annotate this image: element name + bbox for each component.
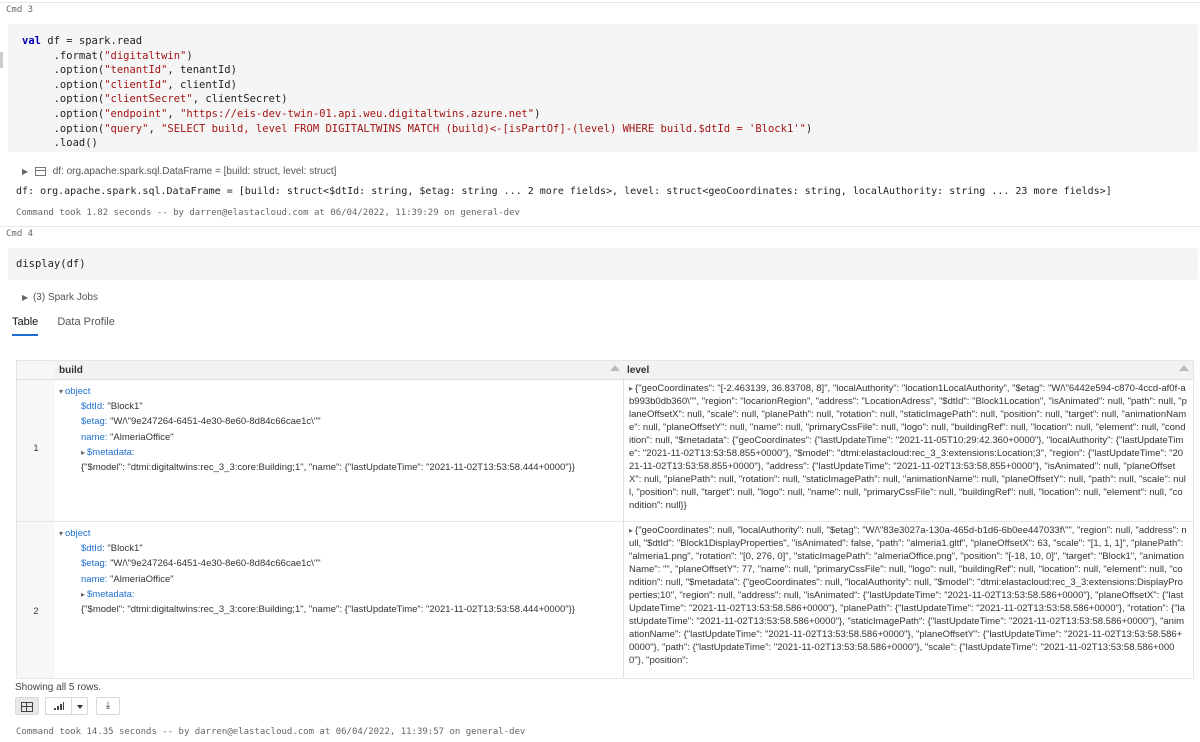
row-count-text: Showing all 5 rows. — [15, 682, 102, 693]
cell-divider — [0, 226, 1200, 227]
column-header-level[interactable]: level — [627, 365, 649, 376]
spark-jobs-label: (3) Spark Jobs — [32, 292, 98, 303]
cmd4-footer: Command took 14.35 seconds -- by darren@… — [16, 727, 526, 737]
expand-caret-icon[interactable]: ▸ — [629, 524, 633, 537]
df-summary-text: df: org.apache.spark.sql.DataFrame = [bu… — [52, 166, 337, 177]
code-line-4: .option("clientId", clientId) — [22, 78, 237, 91]
code-editor[interactable]: val df = spark.read .format("digitaltwin… — [8, 24, 1198, 152]
table-view-button[interactable] — [15, 697, 39, 715]
metadata-toggle[interactable]: $metadata: — [87, 447, 135, 458]
cmd3-label: Cmd 3 — [6, 5, 34, 15]
table-row: 1 ▾ object $dtId: "Block1" $etag: "W/\"9e… — [17, 380, 1193, 522]
code-line-3: .option("tenantId", tenantId) — [22, 64, 237, 77]
build-cell: ▾ object $dtId: "Block1" $etag: "W/\"9e24… — [59, 384, 575, 475]
tab-table[interactable]: Table — [12, 316, 39, 336]
code-line-8: .load() — [22, 137, 98, 150]
column-header-build[interactable]: build — [59, 365, 83, 376]
code-line-1: val df = spark.read — [22, 35, 143, 47]
metadata-toggle[interactable]: $metadata: — [87, 589, 135, 600]
expand-caret-icon[interactable]: ▸ — [81, 587, 85, 602]
tab-data-profile[interactable]: Data Profile — [57, 316, 114, 334]
expand-caret-icon[interactable]: ▶ — [22, 293, 28, 302]
row-number: 1 — [17, 380, 55, 521]
code-line-7: .option("query", "SELECT build, level FR… — [22, 122, 813, 135]
results-table: build level 1 ▾ object $dtId: "Block1" $e… — [16, 360, 1194, 679]
code-line-2: .format("digitaltwin") — [22, 49, 193, 62]
code-line-6: .option("endpoint", "https://eis-dev-twi… — [22, 107, 541, 120]
code-line-display: display(df) — [16, 258, 86, 270]
download-icon: ⤓ — [105, 700, 111, 711]
row-number: 2 — [17, 522, 55, 678]
chart-view-button[interactable] — [45, 697, 71, 715]
cmd3-footer: Command took 1.82 seconds -- by darren@e… — [16, 208, 520, 218]
object-toggle[interactable]: object — [65, 528, 90, 539]
collapse-caret-icon[interactable]: ▾ — [59, 384, 63, 399]
chevron-down-icon — [76, 705, 83, 709]
df-schema-output: df: org.apache.spark.sql.DataFrame = [bu… — [16, 186, 1112, 197]
code-line-5: .option("clientSecret", clientSecret) — [22, 93, 288, 106]
column-separator — [623, 380, 624, 521]
cell-drag-handle[interactable] — [0, 52, 3, 68]
spark-jobs-toggle[interactable]: ▶ (3) Spark Jobs — [22, 292, 98, 303]
download-button[interactable]: ⤓ — [96, 697, 120, 715]
level-json: {"geoCoordinates": "[-2.463139, 36.83708… — [629, 383, 1187, 511]
table-grid-icon — [21, 702, 33, 712]
level-cell: ▸ {"geoCoordinates": "[-2.463139, 36.8370… — [629, 382, 1187, 512]
table-icon — [34, 166, 46, 176]
collapse-caret-icon[interactable]: ▾ — [59, 526, 63, 541]
expand-caret-icon[interactable]: ▸ — [629, 382, 633, 395]
expand-caret-icon[interactable]: ▶ — [22, 167, 28, 176]
chart-type-dropdown[interactable] — [71, 697, 88, 715]
sort-icon[interactable] — [1179, 365, 1189, 371]
build-cell: ▾ object $dtId: "Block1" $etag: "W/\"9e24… — [59, 526, 575, 617]
object-toggle[interactable]: object — [65, 386, 90, 397]
cell-top-border — [0, 2, 1200, 3]
code-editor-cmd4[interactable]: display(df) — [8, 248, 1198, 280]
df-summary-row[interactable]: ▶ df: org.apache.spark.sql.DataFrame = [… — [22, 166, 336, 177]
expand-caret-icon[interactable]: ▸ — [81, 445, 85, 460]
bar-chart-icon — [53, 702, 64, 710]
result-tabs: Table Data Profile — [12, 316, 131, 336]
table-header: build level — [17, 361, 1193, 380]
table-row: 2 ▾ object $dtId: "Block1" $etag: "W/\"9e… — [17, 522, 1193, 678]
level-json: {"geoCoordinates": null, "localAuthority… — [629, 525, 1187, 666]
level-cell: ▸ {"geoCoordinates": null, "localAuthorit… — [629, 524, 1187, 667]
sort-icon[interactable] — [610, 365, 620, 371]
column-separator — [623, 522, 624, 678]
metadata-value: {"$model": "dtmi:digitaltwins:rec_3_3:co… — [81, 462, 575, 474]
keyword: val — [22, 35, 41, 47]
metadata-value: {"$model": "dtmi:digitaltwins:rec_3_3:co… — [81, 604, 575, 616]
cmd4-label: Cmd 4 — [6, 229, 34, 239]
row-number-header — [17, 361, 55, 379]
